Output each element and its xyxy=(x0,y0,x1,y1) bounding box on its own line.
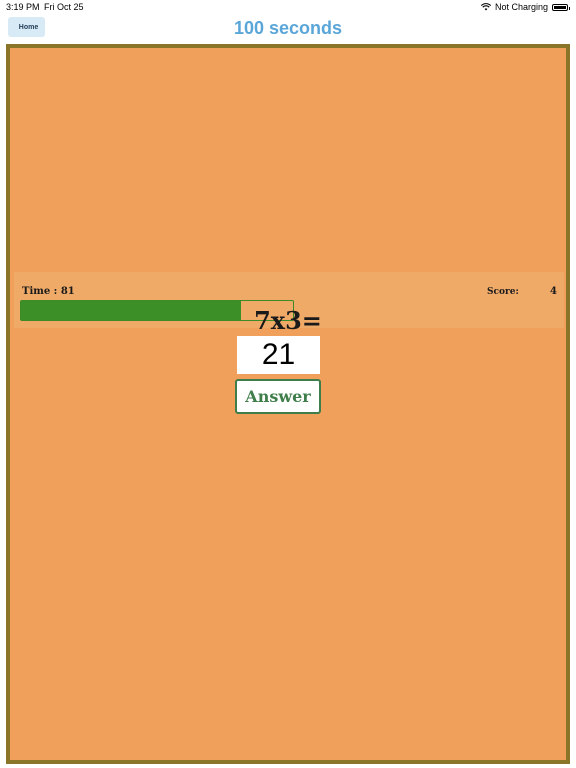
page-title: 100 seconds xyxy=(233,18,343,38)
charging-status: Not Charging xyxy=(494,2,548,12)
time-label: Time : 81 xyxy=(22,286,75,297)
answer-input[interactable] xyxy=(237,336,320,374)
wifi-icon xyxy=(480,3,492,11)
score-label: Score: xyxy=(487,287,519,297)
answer-button[interactable]: Answer xyxy=(235,379,321,414)
score-value: 4 xyxy=(550,286,557,297)
status-right: Not Charging xyxy=(480,2,570,12)
status-date: Fri Oct 25 xyxy=(44,2,84,12)
status-bar: 3:19 PM Fri Oct 25 Not Charging xyxy=(0,0,576,14)
status-time: 3:19 PM xyxy=(6,2,40,12)
question-text: 7x3= xyxy=(254,306,322,335)
battery-icon xyxy=(552,3,570,11)
nav-bar: Home 100 seconds xyxy=(0,14,576,44)
